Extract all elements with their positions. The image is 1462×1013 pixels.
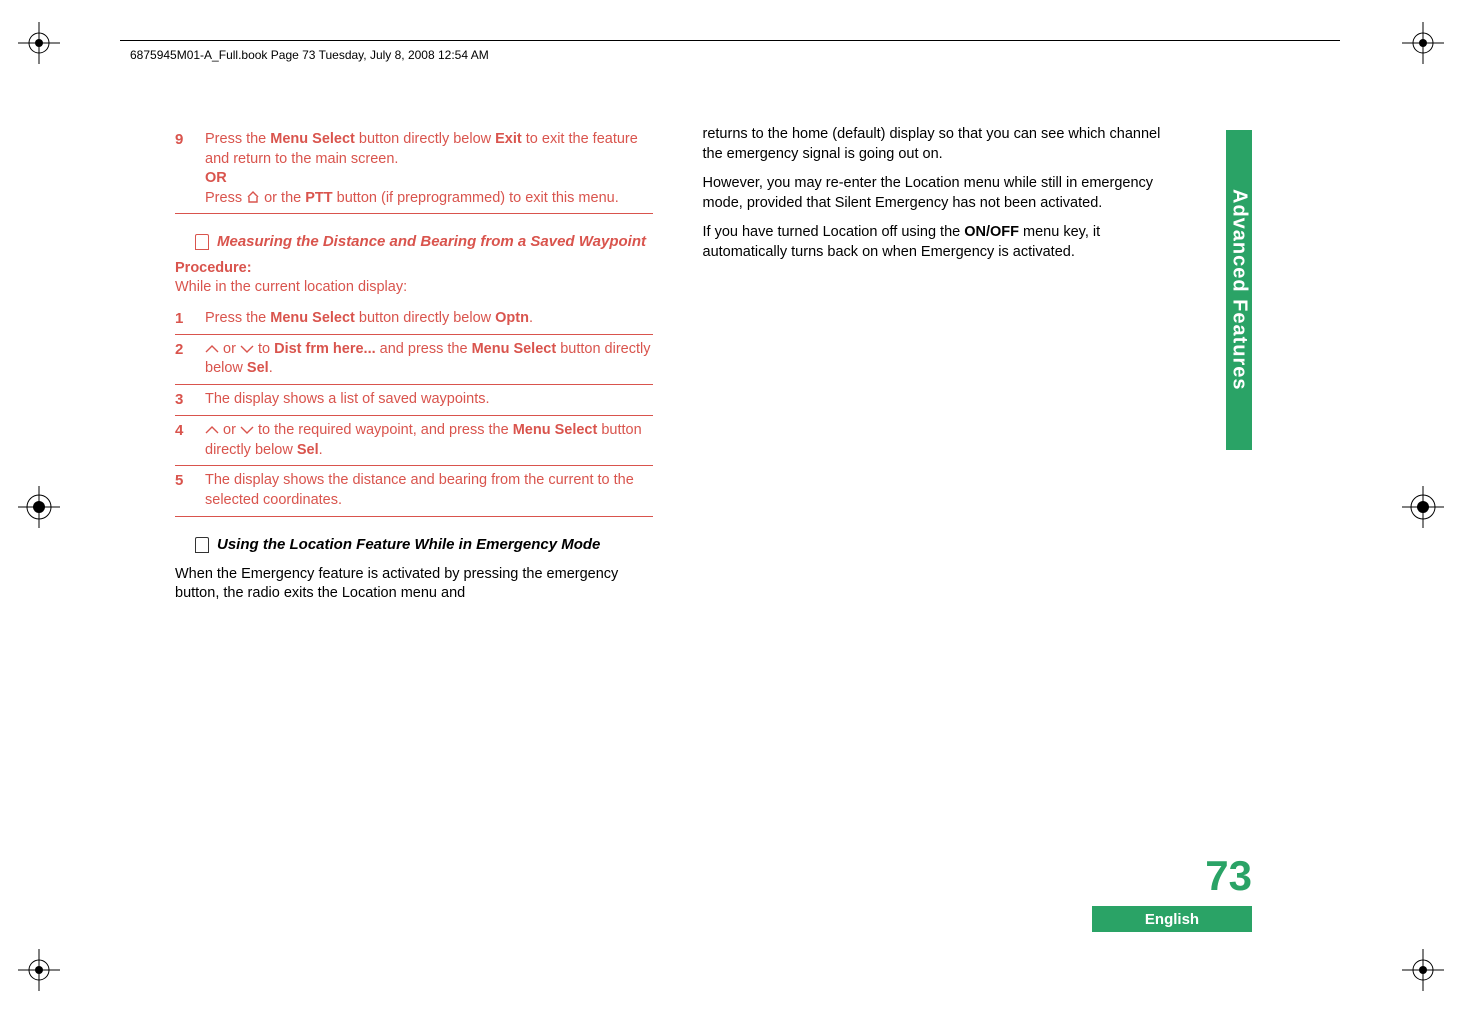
page-number-box: 73 xyxy=(1162,852,1252,900)
paragraph: When the Emergency feature is activated … xyxy=(175,565,653,604)
step-5: 5 The display shows the distance and bea… xyxy=(175,466,653,516)
down-arrow-icon xyxy=(240,340,254,348)
step-body: or to the required waypoint, and press t… xyxy=(205,421,653,460)
language-bar: English xyxy=(1092,906,1252,932)
home-icon xyxy=(246,190,260,202)
step-1: 1 Press the Menu Select button directly … xyxy=(175,304,653,335)
note-icon xyxy=(195,537,209,553)
onoff-label: ON/OFF xyxy=(964,224,1019,240)
step-number: 2 xyxy=(175,340,191,379)
text: or xyxy=(219,341,240,357)
page-number: 73 xyxy=(1162,852,1252,900)
running-header: 6875945M01-A_Full.book Page 73 Tuesday, … xyxy=(130,48,489,62)
menu-select-label: Menu Select xyxy=(270,310,355,326)
sel-key: Sel xyxy=(297,442,319,458)
text: or xyxy=(219,422,240,438)
crop-mark-icon xyxy=(1402,949,1444,991)
text: button directly below xyxy=(355,310,495,326)
dist-key: Dist frm here... xyxy=(274,341,376,357)
text: and press the xyxy=(376,341,472,357)
step-body: Press the Menu Select button directly be… xyxy=(205,130,653,208)
heading-measuring: Measuring the Distance and Bearing from … xyxy=(195,232,653,252)
text: to the required waypoint, and press the xyxy=(254,422,513,438)
step-number: 1 xyxy=(175,309,191,329)
text: button (if preprogrammed) to exit this m… xyxy=(333,190,619,206)
step-2: 2 or to Dist frm here... and press the M… xyxy=(175,335,653,385)
header-rule xyxy=(120,40,1340,41)
procedure-label: Procedure: xyxy=(175,259,653,279)
text: . xyxy=(529,310,533,326)
text: Press the xyxy=(205,310,270,326)
down-arrow-icon xyxy=(240,421,254,429)
text: If you have turned Location off using th… xyxy=(703,224,965,240)
crop-mark-icon xyxy=(18,22,60,64)
step-body: or to Dist frm here... and press the Men… xyxy=(205,340,653,379)
menu-select-label: Menu Select xyxy=(270,131,355,147)
step-body: The display shows a list of saved waypoi… xyxy=(205,390,653,410)
text: Press xyxy=(205,190,246,206)
optn-key: Optn xyxy=(495,310,529,326)
step-number: 9 xyxy=(175,130,191,208)
sel-key: Sel xyxy=(247,360,269,376)
section-tab: Advanced Features xyxy=(1226,130,1252,450)
note-icon xyxy=(195,234,209,250)
or-label: OR xyxy=(205,170,227,186)
heading-text: Using the Location Feature While in Emer… xyxy=(217,535,600,555)
ptt-label: PTT xyxy=(305,190,332,206)
step-number: 4 xyxy=(175,421,191,460)
page-frame: 6875945M01-A_Full.book Page 73 Tuesday, … xyxy=(120,40,1340,970)
procedure-desc: While in the current location display: xyxy=(175,278,653,298)
menu-select-label: Menu Select xyxy=(472,341,557,357)
crop-mark-icon xyxy=(18,486,60,528)
step-3: 3 The display shows a list of saved wayp… xyxy=(175,385,653,416)
paragraph: If you have turned Location off using th… xyxy=(703,223,1181,262)
text: to xyxy=(254,341,274,357)
step-4: 4 or to the required waypoint, and press… xyxy=(175,416,653,466)
text: The display shows a list of saved waypoi… xyxy=(205,391,490,407)
exit-key: Exit xyxy=(495,131,522,147)
right-column: returns to the home (default) display so… xyxy=(703,125,1181,614)
step-body: The display shows the distance and beari… xyxy=(205,471,653,510)
left-column: 9 Press the Menu Select button directly … xyxy=(175,125,653,614)
crop-mark-icon xyxy=(18,949,60,991)
text: Press the xyxy=(205,131,270,147)
paragraph: However, you may re-enter the Location m… xyxy=(703,174,1181,213)
text: The display shows the distance and beari… xyxy=(205,472,634,508)
step-9: 9 Press the Menu Select button directly … xyxy=(175,125,653,214)
crop-mark-icon xyxy=(1402,486,1444,528)
paragraph: returns to the home (default) display so… xyxy=(703,125,1181,164)
step-number: 3 xyxy=(175,390,191,410)
up-arrow-icon xyxy=(205,421,219,429)
text: . xyxy=(319,442,323,458)
step-number: 5 xyxy=(175,471,191,510)
crop-mark-icon xyxy=(1402,22,1444,64)
up-arrow-icon xyxy=(205,340,219,348)
heading-emergency: Using the Location Feature While in Emer… xyxy=(195,535,653,555)
menu-select-label: Menu Select xyxy=(513,422,598,438)
text: button directly below xyxy=(355,131,495,147)
content-columns: 9 Press the Menu Select button directly … xyxy=(175,125,1180,614)
text: . xyxy=(269,360,273,376)
heading-text: Measuring the Distance and Bearing from … xyxy=(217,232,646,252)
step-body: Press the Menu Select button directly be… xyxy=(205,309,653,329)
text: or the xyxy=(260,190,305,206)
